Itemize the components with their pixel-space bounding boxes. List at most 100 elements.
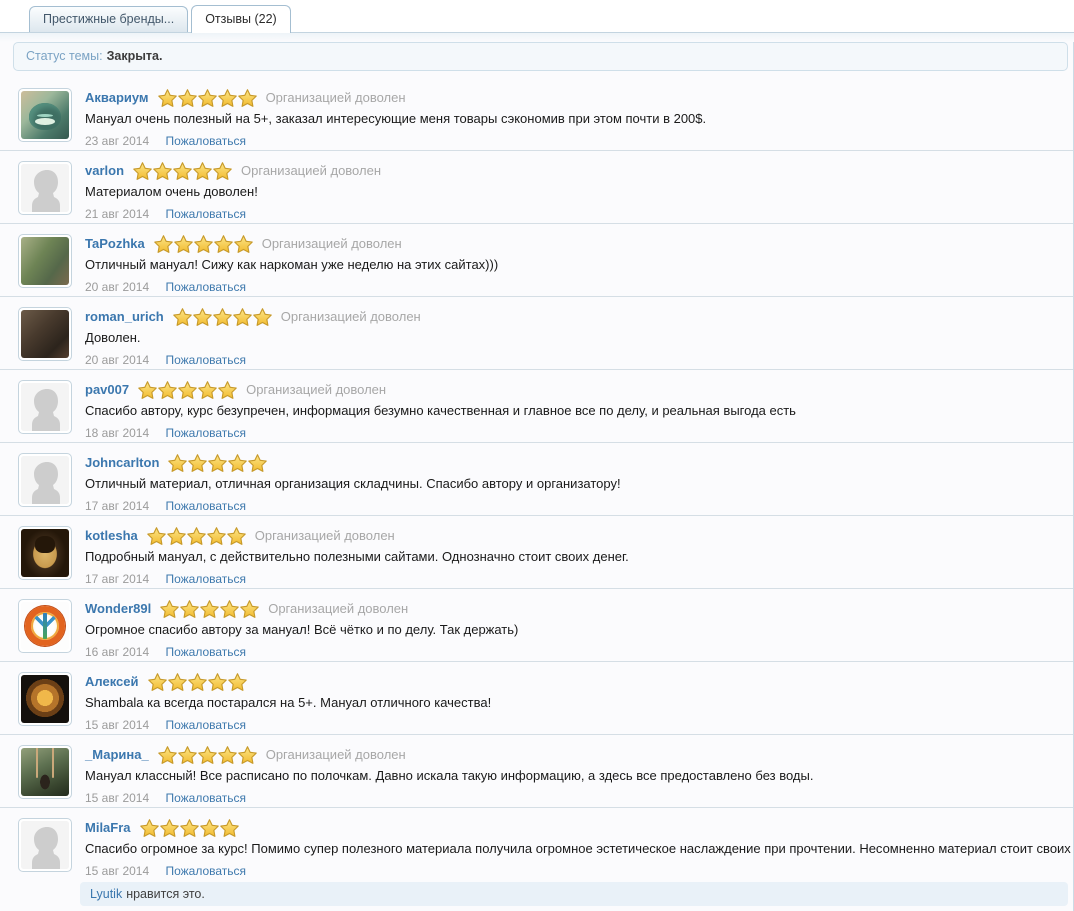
tab-prestige-brands[interactable]: Престижные бренды... [29,6,189,32]
rating-five-stars [139,818,239,837]
avatar-image [21,529,69,577]
avatar-image [21,602,69,650]
review-meta: 16 авг 2014 Пожаловаться [85,645,518,659]
rating-five-stars [147,672,247,691]
star-icon [198,380,217,399]
star-icon [157,745,177,764]
avatar[interactable] [18,88,72,142]
review-header: TaPozhka Организацией доволен [85,234,498,253]
username-link[interactable]: roman_urich [85,309,164,324]
review-date: 15 авг 2014 [85,718,150,732]
star-icon [177,745,197,764]
star-icon [213,234,233,253]
username-link[interactable]: pav007 [85,382,129,397]
review-item: TaPozhka Организацией доволен Отличный м… [0,223,1073,296]
star-icon [227,672,247,691]
star-icon [228,453,248,472]
review-date: 21 авг 2014 [85,207,150,221]
report-link[interactable]: Пожаловаться [165,426,246,440]
avatar[interactable] [18,307,72,361]
username-link[interactable]: varlon [85,163,124,178]
star-icon [172,307,192,326]
rating-five-stars [153,234,253,253]
review-date: 15 авг 2014 [85,791,150,805]
star-icon [188,453,208,472]
avatar-image [21,310,69,358]
star-icon [240,599,260,618]
review-item: Wonder89l Организацией доволен Огромное … [0,588,1073,661]
review-meta: 21 авг 2014 Пожаловаться [85,207,381,221]
avatar-image [21,748,69,796]
report-link[interactable]: Пожаловаться [165,864,246,878]
avatar-image [21,456,69,504]
review-text: Доволен. [85,330,141,345]
review-text: Материалом очень доволен! [85,184,258,199]
tabbar-shadow-band [0,33,1074,42]
review-header: MilaFra [85,818,1065,837]
star-icon [187,672,207,691]
report-link[interactable]: Пожаловаться [165,134,246,148]
default-avatar-silhouette-icon [21,821,69,869]
username-link[interactable]: TaPozhka [85,236,145,251]
star-icon [133,161,152,180]
star-icon [233,234,253,253]
star-icon [217,88,237,107]
report-link[interactable]: Пожаловаться [165,207,246,221]
star-icon [167,672,187,691]
report-link[interactable]: Пожаловаться [165,499,246,513]
avatar[interactable] [18,234,72,288]
avatar[interactable] [18,818,72,872]
rating-five-stars [168,453,268,472]
tab-reviews[interactable]: Отзывы (22) [191,5,291,33]
report-link[interactable]: Пожаловаться [165,791,246,805]
avatar[interactable] [18,745,72,799]
report-link[interactable]: Пожаловаться [165,353,246,367]
star-icon [147,672,167,691]
review-date: 20 авг 2014 [85,280,150,294]
review-item: roman_urich Организацией доволен Доволен… [0,296,1073,369]
review-header: _Марина_ Организацией доволен [85,745,813,764]
avatar[interactable] [18,672,72,726]
report-link[interactable]: Пожаловаться [165,645,246,659]
avatar[interactable] [18,526,72,580]
avatar[interactable] [18,453,72,507]
avatar-image [21,91,69,139]
star-icon [192,307,212,326]
review-date: 23 авг 2014 [85,134,150,148]
username-link[interactable]: Аквариум [85,90,149,105]
avatar[interactable] [18,161,72,215]
avatar-image [21,675,69,723]
username-link[interactable]: Johncarlton [85,455,159,470]
report-link[interactable]: Пожаловаться [165,572,246,586]
username-link[interactable]: _Марина_ [85,747,149,762]
review-body: _Марина_ Организацией доволен Мануал кла… [85,745,813,807]
avatar[interactable] [18,599,72,653]
review-meta: 17 авг 2014 Пожаловаться [85,572,629,586]
report-link[interactable]: Пожаловаться [165,280,246,294]
review-item: MilaFra Спасибо огромное за курс! Помимо… [0,807,1074,880]
username-link[interactable]: kotlesha [85,528,138,543]
star-icon [220,599,240,618]
star-icon [153,161,172,180]
review-body: Johncarlton Отличный материал, отличная … [85,453,621,515]
username-link[interactable]: Алексей [85,674,139,689]
avatar-image [21,821,69,869]
review-meta: 17 авг 2014 Пожаловаться [85,499,621,513]
star-icon [219,818,239,837]
username-link[interactable]: MilaFra [85,820,131,835]
tab-bar: Престижные бренды... Отзывы (22) [0,0,1074,33]
review-date: 18 авг 2014 [85,426,150,440]
review-header: Johncarlton [85,453,621,472]
liker-username-link[interactable]: Lyutik [90,887,122,901]
star-icon [146,526,166,545]
avatar[interactable] [18,380,72,434]
review-header: Wonder89l Организацией доволен [85,599,518,618]
review-date: 20 авг 2014 [85,353,150,367]
review-meta: 15 авг 2014 Пожаловаться [85,864,1065,878]
review-body: Аквариум Организацией доволен Мануал оче… [85,88,706,150]
star-icon [248,453,268,472]
username-link[interactable]: Wonder89l [85,601,151,616]
rating-five-stars [133,161,232,180]
report-link[interactable]: Пожаловаться [165,718,246,732]
rating-five-stars [138,380,237,399]
